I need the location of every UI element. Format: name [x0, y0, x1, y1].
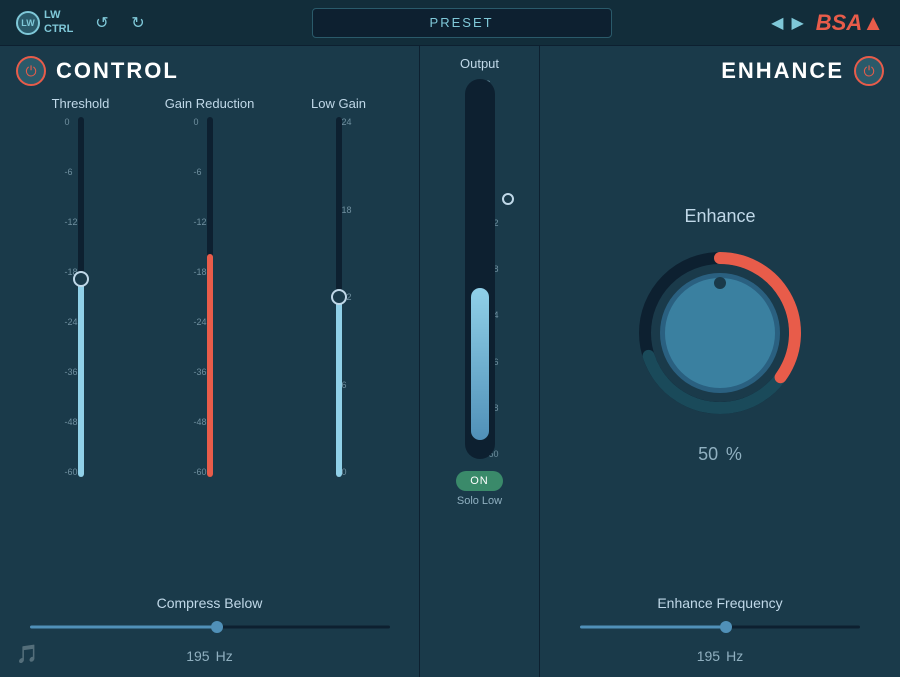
enhance-freq-slider[interactable]	[580, 617, 860, 637]
output-meter: 6 0 -6 -12 -18 -24 -36 -48 -60	[450, 79, 510, 459]
output-gain-knob[interactable]	[502, 193, 514, 205]
solo-low-label: Solo Low	[457, 495, 502, 507]
logo: LW LWCTRL	[16, 9, 76, 35]
threshold-handle[interactable]	[73, 271, 89, 287]
enhance-freq-label: Enhance Frequency	[556, 595, 884, 611]
logo-icon: LW	[16, 11, 40, 35]
redo-button[interactable]: ↻	[124, 9, 152, 37]
sliders-area: Threshold 0 -6 -12 -18 -24 -36 -48 -60	[16, 96, 403, 587]
bottom-icon: 🎵	[16, 644, 38, 665]
compress-below-section: Compress Below 195 Hz	[16, 595, 403, 667]
control-header: ⏻ CONTROL	[16, 56, 403, 86]
enhance-freq-fill	[580, 626, 726, 629]
output-panel: Output 6 0 -6 -12 -18 -24 -36 -48 -60 ON…	[420, 46, 540, 677]
top-bar: LW LWCTRL ↺ ↻ PRESET ◀ ▶ BSA▲	[0, 0, 900, 46]
low-gain-label: Low Gain	[311, 96, 366, 111]
enhance-freq-value: 195 Hz	[556, 641, 884, 667]
preset-nav: ◀ ▶	[771, 13, 804, 33]
enhance-title: ENHANCE	[721, 58, 844, 84]
gain-reduction-ticks: 0 -6 -12 -18 -24 -36 -48 -60	[193, 117, 206, 477]
main-content: ⏻ CONTROL Threshold 0 -6 -12 -18 -24 -36…	[0, 46, 900, 677]
undo-button[interactable]: ↺	[88, 9, 116, 37]
output-label: Output	[460, 56, 499, 71]
threshold-column: Threshold 0 -6 -12 -18 -24 -36 -48 -60	[16, 96, 145, 587]
preset-prev-button[interactable]: ◀	[771, 13, 783, 33]
enhance-freq-handle[interactable]	[720, 621, 732, 633]
preset-next-button[interactable]: ▶	[791, 13, 803, 33]
compress-below-handle[interactable]	[211, 621, 223, 633]
control-panel: ⏻ CONTROL Threshold 0 -6 -12 -18 -24 -36…	[0, 46, 420, 677]
low-gain-handle[interactable]	[331, 289, 347, 305]
control-title: CONTROL	[56, 58, 179, 84]
enhance-panel: ENHANCE ⏻ Enhance	[540, 46, 900, 677]
enhance-freq-section: Enhance Frequency 195 Hz	[556, 595, 884, 667]
knob-area: Enhance 50 %	[556, 86, 884, 587]
enhance-power-button[interactable]: ⏻	[854, 56, 884, 86]
compress-below-label: Compress Below	[16, 595, 403, 611]
gain-reduction-label: Gain Reduction	[165, 96, 255, 111]
threshold-track: 0 -6 -12 -18 -24 -36 -48 -60	[56, 117, 106, 477]
output-meter-outer	[465, 79, 495, 459]
logo-text: LWCTRL	[44, 9, 73, 35]
preset-area: PRESET	[164, 8, 759, 38]
preset-box[interactable]: PRESET	[312, 8, 612, 38]
compress-below-fill	[30, 626, 217, 629]
solo-low-button[interactable]: ON	[456, 471, 503, 491]
compress-below-value: 195 Hz	[16, 641, 403, 667]
threshold-label: Threshold	[52, 96, 110, 111]
gain-reduction-track: 0 -6 -12 -18 -24 -36 -48 -60	[185, 117, 235, 477]
knob-label: Enhance	[684, 206, 755, 227]
compress-below-slider[interactable]	[30, 617, 390, 637]
low-gain-column: Low Gain 24 18 12 6 0	[274, 96, 403, 587]
low-gain-track: 24 18 12 6 0	[314, 117, 364, 477]
gain-reduction-column: Gain Reduction 0 -6 -12 -18 -24 -36 -48 …	[145, 96, 274, 587]
control-power-button[interactable]: ⏻	[16, 56, 46, 86]
enhance-knob[interactable]	[630, 243, 810, 423]
gain-reduction-fill	[207, 254, 213, 477]
threshold-ticks: 0 -6 -12 -18 -24 -36 -48 -60	[64, 117, 77, 477]
output-meter-fill	[471, 288, 489, 440]
enhance-header: ENHANCE ⏻	[556, 56, 884, 86]
bsa-logo: BSA▲	[816, 10, 884, 36]
threshold-fill	[78, 279, 84, 477]
top-controls: ↺ ↻	[88, 9, 152, 37]
knob-value: 50 %	[698, 435, 742, 467]
low-gain-fill	[336, 297, 342, 477]
